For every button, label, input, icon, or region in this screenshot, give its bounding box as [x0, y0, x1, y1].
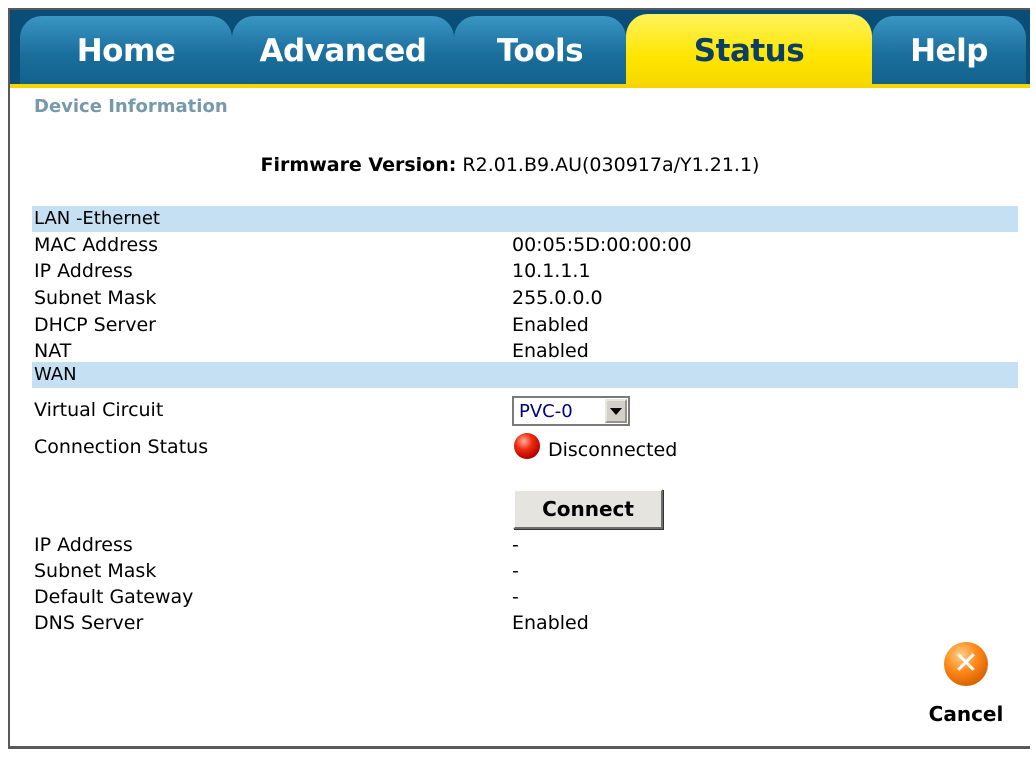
lan-dhcp-label: DHCP Server [34, 314, 156, 336]
tab-home[interactable]: Home [20, 16, 232, 84]
tab-status-label: Status [693, 33, 805, 69]
cancel-button[interactable]: ✕ Cancel [922, 642, 1003, 732]
tab-tools[interactable]: Tools [454, 16, 626, 84]
tab-advanced-label: Advanced [259, 33, 427, 69]
chevron-down-icon[interactable] [605, 399, 627, 423]
connect-button[interactable]: Connect [513, 489, 663, 529]
page-title: Device Information [34, 96, 228, 117]
tab-bar: Home Advanced Tools Status Help [10, 10, 1030, 86]
lan-mac-value: 00:05:5D:00:00:00 [512, 234, 692, 256]
connection-status-value: Disconnected [548, 439, 678, 461]
disconnected-status-icon [514, 433, 540, 459]
lan-subnet-label: Subnet Mask [34, 287, 157, 309]
tab-status[interactable]: Status [626, 14, 872, 86]
connection-status-label: Connection Status [34, 436, 209, 458]
wan-section-header: WAN [32, 362, 1018, 388]
firmware-version: Firmware Version: R2.01.B9.AU(030917a/Y1… [10, 154, 1010, 176]
lan-nat-label: NAT [34, 340, 72, 362]
router-status-page: Home Advanced Tools Status Help Device I… [8, 8, 1030, 749]
lan-subnet-value: 255.0.0.0 [512, 287, 603, 309]
tab-tools-label: Tools [496, 33, 584, 69]
wan-dns-label: DNS Server [34, 612, 144, 634]
tab-home-label: Home [76, 33, 176, 69]
wan-ip-value: - [512, 534, 519, 556]
wan-gateway-value: - [512, 586, 519, 608]
wan-subnet-value: - [512, 560, 519, 582]
lan-ip-label: IP Address [34, 260, 133, 282]
lan-dhcp-value: Enabled [512, 314, 589, 336]
lan-nat-value: Enabled [512, 340, 589, 362]
tab-help-label: Help [910, 33, 988, 69]
firmware-label: Firmware Version: [260, 154, 457, 176]
lan-mac-label: MAC Address [34, 234, 159, 256]
wan-gateway-label: Default Gateway [34, 586, 194, 608]
wan-ip-label: IP Address [34, 534, 133, 556]
virtual-circuit-label: Virtual Circuit [34, 399, 164, 421]
cancel-label[interactable]: Cancel [922, 702, 1010, 726]
tab-advanced[interactable]: Advanced [232, 16, 454, 84]
cancel-icon[interactable]: ✕ [944, 642, 988, 686]
virtual-circuit-select[interactable]: PVC-0 [512, 396, 630, 426]
firmware-value: R2.01.B9.AU(030917a/Y1.21.1) [462, 154, 760, 176]
wan-dns-value: Enabled [512, 612, 589, 634]
tab-help[interactable]: Help [872, 16, 1026, 84]
lan-ip-value: 10.1.1.1 [512, 260, 591, 282]
tab-underline [10, 84, 1030, 88]
lan-section-header: LAN -Ethernet [32, 206, 1018, 232]
virtual-circuit-value: PVC-0 [519, 400, 573, 422]
wan-subnet-label: Subnet Mask [34, 560, 157, 582]
